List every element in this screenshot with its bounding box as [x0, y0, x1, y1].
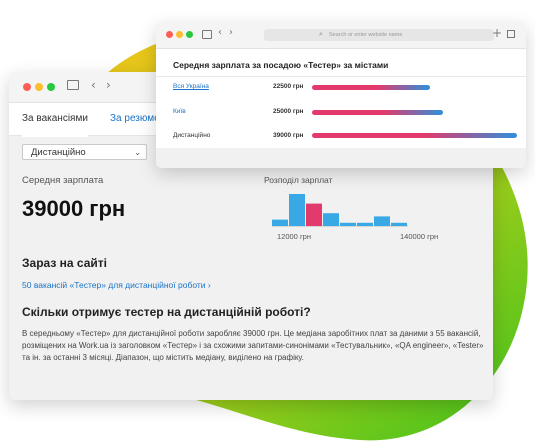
avg-salary-label: Середня зарплата — [22, 175, 104, 186]
histogram-bar — [357, 222, 373, 226]
back-arrow-icon[interactable]: ‹ — [218, 27, 222, 38]
close-dot-icon[interactable] — [166, 31, 173, 38]
minimize-dot-icon[interactable] — [176, 31, 183, 38]
forward-arrow-icon[interactable]: › — [229, 27, 233, 38]
tab-resumes[interactable]: За резюме — [110, 103, 160, 135]
histogram-bar — [374, 216, 390, 226]
minimize-dot-icon[interactable] — [35, 83, 43, 91]
vacancies-link[interactable]: 50 вакансій «Тестер» для дистанційної ро… — [22, 280, 211, 290]
city-label-remote: Дистанційно — [173, 132, 211, 139]
now-on-site-heading: Зараз на сайті — [22, 256, 107, 270]
histogram-tick-high: 140000 грн — [400, 232, 439, 241]
tab-vacancies[interactable]: За вакансіями — [22, 103, 88, 137]
histogram-bar — [289, 194, 305, 226]
sidebar-icon[interactable] — [202, 30, 212, 39]
salary-value: 39000 грн — [273, 132, 304, 139]
address-placeholder: Search or enter website name — [329, 32, 403, 38]
window-titlebar: ‹ › ⌕ Search or enter website name + — [156, 22, 526, 49]
histogram-tick-low: 12000 грн — [277, 232, 311, 241]
back-arrow-icon[interactable]: ‹ — [91, 78, 96, 92]
search-icon: ⌕ — [319, 31, 323, 38]
histogram-bar — [323, 213, 339, 226]
histogram-bar — [272, 219, 288, 226]
histogram-bar — [306, 203, 322, 226]
histogram-bar — [340, 222, 356, 226]
distribution-label: Розподіл зарплат — [264, 175, 333, 185]
maximize-dot-icon[interactable] — [47, 83, 55, 91]
city-link-kyiv[interactable]: Київ — [173, 108, 186, 115]
city-salary-bar — [312, 133, 517, 138]
city-salary-window: ‹ › ⌕ Search or enter website name + Сер… — [156, 22, 526, 168]
close-dot-icon[interactable] — [23, 83, 31, 91]
tabs-overview-icon[interactable] — [507, 30, 515, 38]
histogram-bar — [391, 222, 407, 226]
address-bar[interactable]: ⌕ Search or enter website name — [264, 29, 494, 41]
forward-arrow-icon[interactable]: › — [106, 78, 111, 92]
divider — [156, 76, 526, 77]
question-heading: Скільки отримує тестер на дистанційній р… — [22, 305, 311, 319]
city-salary-bar — [312, 110, 443, 115]
window-footer — [156, 148, 526, 168]
avg-salary-value: 39000 грн — [22, 196, 126, 221]
city-salary-bar — [312, 85, 430, 90]
select-value: Дистанційно — [31, 147, 86, 158]
page-title: Середня зарплата за посадою «Тестер» за … — [173, 60, 389, 70]
maximize-dot-icon[interactable] — [186, 31, 193, 38]
city-link-all-ukraine[interactable]: Вся Україна — [173, 83, 209, 90]
salary-histogram — [272, 194, 408, 227]
sidebar-icon[interactable] — [67, 80, 79, 90]
salary-value: 25000 грн — [273, 108, 304, 115]
salary-value: 22500 грн — [273, 83, 304, 90]
remote-filter-select[interactable]: Дистанційно ⌄ — [22, 144, 147, 160]
new-tab-icon[interactable]: + — [492, 26, 502, 40]
description-text: В середньому «Тестер» для дистанційної р… — [22, 329, 484, 362]
chevron-down-icon: ⌄ — [134, 148, 141, 157]
